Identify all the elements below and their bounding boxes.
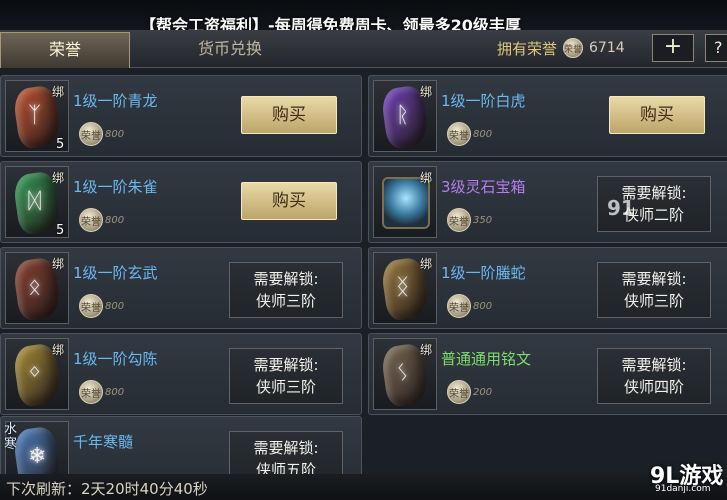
- spirit-stone-chest-icon[interactable]: 绑: [373, 166, 437, 238]
- honor-coin-icon: 荣誉: [447, 122, 471, 146]
- price-value: 800: [105, 128, 125, 140]
- item-name: 1级一阶青龙: [73, 92, 158, 110]
- unlock-requirement-rank: 侠师四阶: [623, 378, 684, 396]
- price-value: 200: [473, 386, 493, 398]
- add-honor-button[interactable]: +: [652, 34, 694, 62]
- item-name: 1级一阶勾陈: [73, 350, 158, 368]
- tortoise-rune-icon[interactable]: ᛟ绑: [5, 252, 69, 324]
- element-tag: 水寒: [4, 422, 18, 452]
- price-value: 800: [105, 300, 125, 312]
- tab-currency-exchange[interactable]: 货币兑换: [150, 32, 310, 68]
- honor-balance-value: 6714: [589, 40, 625, 56]
- item-name: 1级一阶玄武: [73, 264, 158, 282]
- gouchen-rune-icon[interactable]: ᛜ绑: [5, 338, 69, 410]
- item-price: 荣誉 800: [447, 294, 492, 318]
- honor-balance-label: 拥有荣誉: [497, 39, 558, 58]
- honor-coin-icon: 荣誉: [79, 208, 103, 232]
- price-value: 800: [105, 214, 125, 226]
- bound-tag: 绑: [52, 171, 65, 185]
- item-name: 3级灵石宝箱: [441, 178, 526, 196]
- unlock-requirement: 需要解锁: 侠师三阶: [597, 262, 711, 318]
- shop-item-card[interactable]: ᛊ 绑普通通用铭文荣誉 200 需要解锁: 侠师四阶: [368, 333, 727, 415]
- item-price: 荣誉 200: [447, 380, 492, 404]
- unlock-requirement: 需要解锁: 侠师三阶: [229, 262, 343, 318]
- bound-tag: 绑: [52, 257, 65, 271]
- honor-coin-icon: 荣誉: [79, 380, 103, 404]
- shop-item-card[interactable]: ᛜ 绑 1级一阶勾陈 荣誉 800 需要解锁: 侠师三阶: [0, 333, 362, 415]
- buy-button[interactable]: 购买: [609, 96, 705, 134]
- unlock-requirement-label: 需要解锁:: [253, 439, 319, 457]
- shop-item-card[interactable]: ᛞ 绑 5 1级一阶朱雀荣誉 800 购买: [0, 161, 362, 243]
- bound-tag: 绑: [52, 343, 65, 357]
- item-price: 荣誉 800: [79, 380, 124, 404]
- shop-item-card[interactable]: ᛟ 绑 1级一阶玄武 荣誉 800 需要解锁: 侠师三阶: [0, 247, 362, 329]
- shop-item-card[interactable]: ᛝ 绑 1级一阶螣蛇 荣誉 800 需要解锁: 侠师三阶: [368, 247, 727, 329]
- price-value: 800: [105, 386, 125, 398]
- unlock-requirement-rank: 侠师三阶: [255, 292, 316, 310]
- rune-glyph-icon: ❄: [28, 444, 47, 469]
- item-price: 荣誉 800: [79, 208, 124, 232]
- refresh-timer-text: 下次刷新：2天20时40分40秒: [6, 480, 208, 498]
- dragon-rune-icon[interactable]: ᛉ绑 5: [5, 80, 69, 152]
- unlock-requirement-label: 需要解锁:: [621, 356, 687, 374]
- item-count: 5: [56, 137, 65, 152]
- tiger-rune-icon[interactable]: ᚱ绑: [373, 80, 437, 152]
- buy-button[interactable]: 购买: [241, 96, 337, 134]
- bound-tag: 绑: [420, 171, 433, 185]
- honor-balance: 拥有荣誉 荣誉 6714: [497, 34, 625, 62]
- item-price: 荣誉 800: [79, 294, 124, 318]
- help-button[interactable]: ?: [705, 34, 727, 62]
- watermark-center: 91: [607, 196, 635, 220]
- unlock-requirement-rank: 侠师三阶: [255, 378, 316, 396]
- price-value: 800: [473, 128, 493, 140]
- rune-glyph-icon: ᛝ: [396, 275, 410, 300]
- unlock-requirement-rank: 侠师三阶: [623, 292, 684, 310]
- price-value: 350: [473, 214, 493, 226]
- honor-coin-icon: 荣誉: [563, 38, 584, 58]
- item-name: 普通通用铭文: [441, 350, 532, 368]
- item-name: 1级一阶白虎: [441, 92, 526, 110]
- tab-honor[interactable]: 荣誉: [0, 32, 130, 68]
- watermark-url: 91danji.com: [655, 484, 711, 494]
- honor-coin-icon: 荣誉: [79, 122, 103, 146]
- bound-tag: 绑: [420, 343, 433, 357]
- honor-coin-icon: 荣誉: [447, 294, 471, 318]
- unlock-requirement: 需要解锁: 侠师三阶: [229, 348, 343, 404]
- general-inscription-icon[interactable]: ᛊ绑: [373, 338, 437, 410]
- item-price: 荣誉 800: [79, 122, 124, 146]
- item-price: 荣誉 350: [447, 208, 492, 232]
- item-count: 5: [56, 223, 65, 238]
- honor-coin-icon: 荣誉: [447, 380, 471, 404]
- unlock-requirement-label: 需要解锁:: [253, 270, 319, 288]
- unlock-requirement-label: 需要解锁:: [621, 270, 687, 288]
- shop-item-card[interactable]: ᛉ 绑 5 1级一阶青龙荣誉 800 购买: [0, 75, 362, 157]
- unlock-requirement: 需要解锁: 侠师四阶: [597, 348, 711, 404]
- refresh-timer-bar: 下次刷新：2天20时40分40秒: [0, 474, 727, 500]
- phoenix-rune-icon[interactable]: ᛞ绑 5: [5, 166, 69, 238]
- item-price: 荣誉 800: [447, 122, 492, 146]
- unlock-requirement-label: 需要解锁:: [253, 356, 319, 374]
- honor-coin-icon: 荣誉: [447, 208, 471, 232]
- rune-glyph-icon: ᛞ: [28, 189, 42, 214]
- price-value: 800: [473, 300, 493, 312]
- item-name: 1级一阶螣蛇: [441, 264, 526, 282]
- rune-glyph-icon: ᛊ: [396, 361, 410, 386]
- rune-glyph-icon: ᚱ: [396, 103, 410, 128]
- rune-glyph-icon: ᛜ: [28, 361, 42, 386]
- rune-glyph-icon: ᛉ: [28, 103, 42, 128]
- item-name: 1级一阶朱雀: [73, 178, 158, 196]
- bound-tag: 绑: [420, 85, 433, 99]
- shop-item-card[interactable]: 绑 3级灵石宝箱 荣誉 350 需要解锁: 侠师二阶: [368, 161, 727, 243]
- serpent-rune-icon[interactable]: ᛝ绑: [373, 252, 437, 324]
- item-name: 千年寒髓: [73, 433, 134, 451]
- buy-button[interactable]: 购买: [241, 182, 337, 220]
- shop-item-card[interactable]: ᚱ 绑 1级一阶白虎 荣誉 800 购买: [368, 75, 727, 157]
- rune-glyph-icon: ᛟ: [28, 275, 42, 300]
- honor-coin-icon: 荣誉: [79, 294, 103, 318]
- bound-tag: 绑: [420, 257, 433, 271]
- bound-tag: 绑: [52, 85, 65, 99]
